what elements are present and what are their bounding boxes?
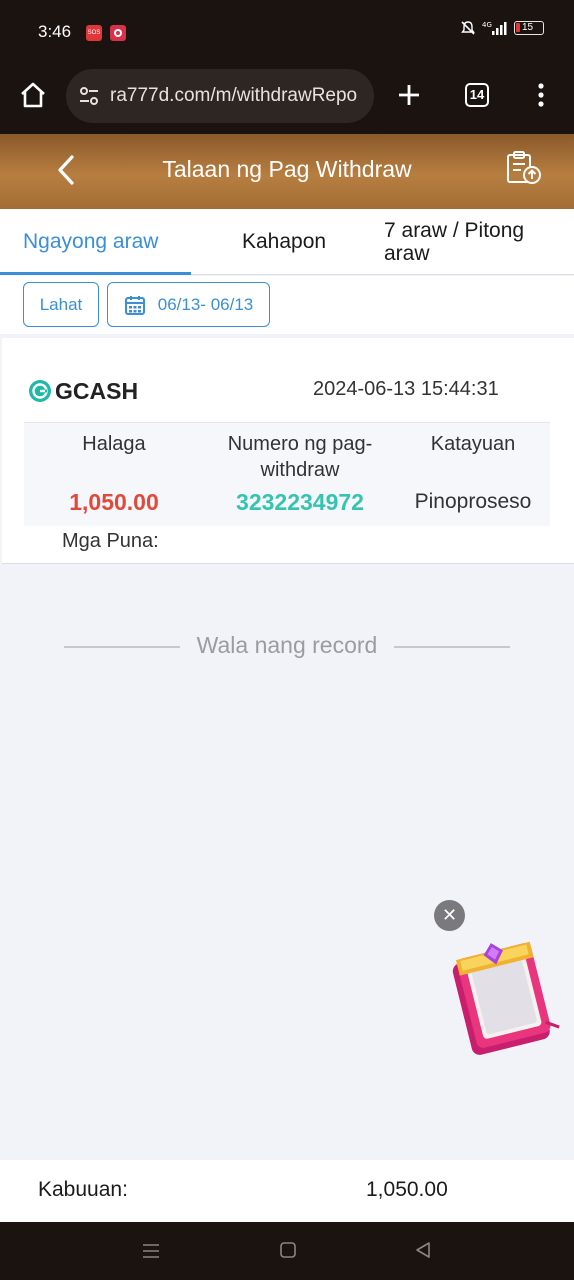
total-value: 1,050.00 xyxy=(366,1178,448,1201)
gcash-logo-icon xyxy=(28,379,52,408)
site-settings-icon[interactable] xyxy=(78,85,100,107)
withdraw-number-header: Numero ng pag- withdraw xyxy=(204,431,396,483)
back-triangle-icon[interactable] xyxy=(414,1241,432,1264)
signal-4g-icon: 4G xyxy=(482,21,507,35)
withdraw-number-header-line1: Numero ng pag- xyxy=(227,433,373,455)
url-text: ra777d.com/m/withdrawRepo xyxy=(110,85,358,106)
treasure-book-icon[interactable] xyxy=(440,936,564,1061)
type-filter-button[interactable]: Lahat xyxy=(23,282,99,327)
url-bar[interactable]: ra777d.com/m/withdrawRepo xyxy=(66,69,374,123)
clipboard-upload-icon[interactable] xyxy=(504,150,542,191)
type-filter-label: Lahat xyxy=(39,294,83,314)
withdraw-status: Pinoproseso xyxy=(414,490,532,513)
tab-seven-days-line1: 7 araw / Pitong xyxy=(384,219,525,242)
status-header: Katayuan xyxy=(430,433,516,455)
game-app-icon xyxy=(110,25,126,41)
withdraw-number-header-line2: withdraw xyxy=(260,459,340,481)
battery-icon: 15 xyxy=(514,21,544,35)
home-icon[interactable] xyxy=(18,80,48,115)
tab-yesterday[interactable]: Kahapon xyxy=(242,230,326,254)
calendar-icon xyxy=(124,295,145,315)
recents-menu-icon[interactable] xyxy=(142,1242,160,1265)
new-tab-icon[interactable] xyxy=(396,82,422,113)
tab-today[interactable]: Ngayong araw xyxy=(23,230,158,254)
amount-header: Halaga xyxy=(82,433,146,455)
tab-switcher-button[interactable]: 14 xyxy=(465,83,489,107)
payment-method: GCASH xyxy=(55,378,139,404)
record-datetime: 2024-06-13 15:44:31 xyxy=(313,378,499,400)
active-tab-indicator xyxy=(0,272,191,275)
total-label: Kabuuan: xyxy=(38,1178,128,1201)
status-time: 3:46 xyxy=(38,22,72,41)
withdraw-number: 3232234972 xyxy=(236,489,364,515)
divider-right xyxy=(394,646,510,648)
page-title: Talaan ng Pag Withdraw xyxy=(162,156,412,182)
tab-seven-days-line2: araw xyxy=(384,242,430,265)
tab-seven-days[interactable]: 7 araw / Pitong araw xyxy=(384,219,524,265)
withdraw-amount: 1,050.00 xyxy=(69,489,159,515)
sos-app-icon: SOS xyxy=(86,25,102,41)
remarks-label: Mga Puna: xyxy=(62,530,159,552)
svg-text:4G: 4G xyxy=(482,21,492,29)
date-range-label: 06/13- 06/13 xyxy=(157,294,254,314)
more-menu-icon[interactable] xyxy=(536,82,546,113)
mute-icon xyxy=(461,21,475,35)
date-range-button[interactable]: 06/13- 06/13 xyxy=(107,282,270,327)
status-icons: 4G 15 xyxy=(460,20,544,36)
close-promo-button[interactable]: ✕ xyxy=(434,900,465,931)
home-square-icon[interactable] xyxy=(279,1241,297,1264)
